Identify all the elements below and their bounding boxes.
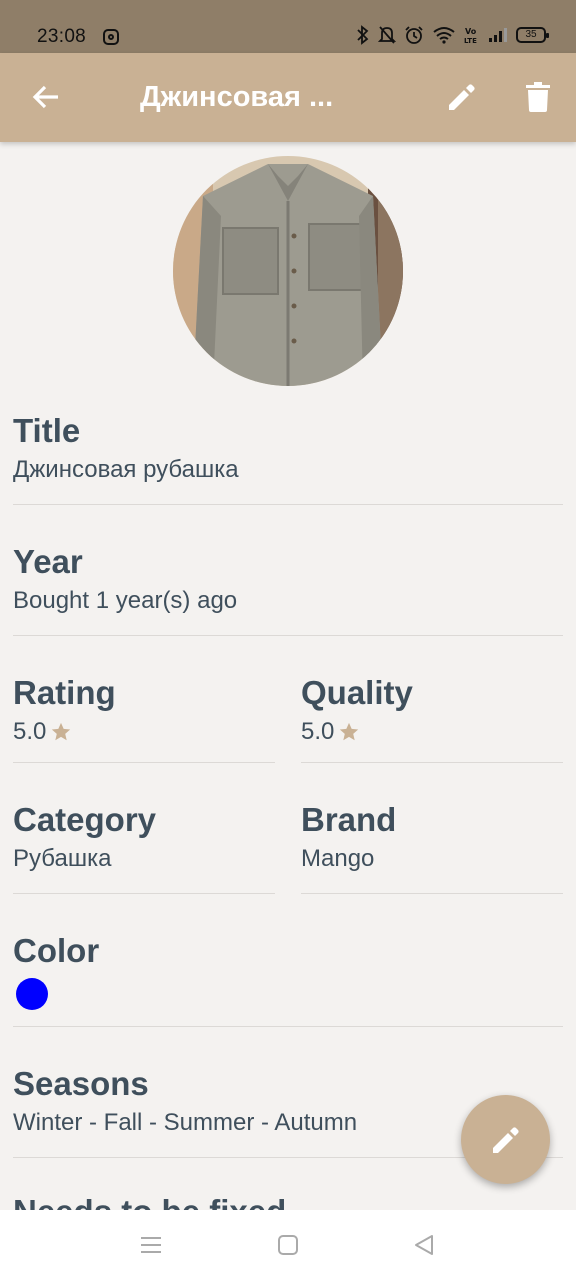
rating-label: Rating: [13, 674, 116, 711]
title-label: Title: [13, 412, 81, 449]
year-value: Bought 1 year(s) ago: [13, 587, 238, 614]
brand-label: Brand: [301, 801, 397, 838]
edit-button[interactable]: [440, 75, 484, 119]
needs-fix-label: Needs to be fixed: [13, 1193, 286, 1210]
quality-value-row: 5.0: [301, 718, 413, 746]
app-bar: Джинсовая ...: [0, 53, 576, 142]
divider: [13, 893, 275, 894]
page-title: Джинсовая ...: [140, 81, 334, 113]
divider: [301, 762, 563, 763]
svg-text:Vo: Vo: [465, 27, 477, 36]
category-value: Рубашка: [13, 845, 112, 872]
instagram-icon: [103, 29, 119, 45]
item-photo[interactable]: [173, 156, 403, 386]
title-field: Title Джинсовая рубашка: [13, 412, 239, 484]
edit-fab[interactable]: [461, 1095, 550, 1184]
divider: [13, 1026, 563, 1027]
category-label: Category: [13, 801, 157, 838]
home-square-icon: [278, 1235, 298, 1255]
volte-icon: VoLTE: [464, 27, 477, 44]
quality-field: Quality 5.0: [301, 674, 413, 746]
status-icons: Vo LTE 35: [356, 25, 549, 45]
back-arrow-icon: [32, 85, 58, 109]
back-button[interactable]: [24, 75, 68, 119]
seasons-label: Seasons: [13, 1065, 149, 1102]
divider: [13, 635, 563, 636]
rating-field: Rating 5.0: [13, 674, 116, 746]
color-value-row: [13, 976, 99, 1010]
nav-menu-button[interactable]: [131, 1230, 171, 1260]
category-field: Category Рубашка: [13, 801, 156, 873]
nav-back-button[interactable]: [404, 1230, 444, 1260]
brand-value: Mango: [301, 845, 375, 872]
delete-button[interactable]: [516, 75, 560, 119]
quality-value: 5.0: [301, 718, 335, 745]
mute-icon: [378, 26, 396, 44]
menu-icon: [141, 1237, 161, 1253]
signal-icon: [489, 28, 507, 42]
divider: [13, 504, 563, 505]
status-time: 23:08: [37, 26, 87, 47]
shirt-photo-image: [173, 156, 403, 386]
item-details: Title Джинсовая рубашка Year Bought 1 ye…: [0, 142, 576, 1210]
nav-home-button[interactable]: [268, 1230, 308, 1260]
quality-label: Quality: [301, 674, 413, 711]
bluetooth-icon: [357, 25, 369, 45]
rating-value: 5.0: [13, 718, 47, 745]
system-nav-bar: [0, 1210, 576, 1280]
year-field: Year Bought 1 year(s) ago: [13, 543, 237, 615]
divider: [301, 893, 563, 894]
needs-fix-field: Needs to be fixed: [13, 1193, 286, 1210]
rating-value-row: 5.0: [13, 718, 116, 746]
alarm-icon: [405, 26, 423, 44]
star-icon: [52, 722, 71, 741]
star-icon: [340, 722, 359, 741]
color-swatch: [16, 978, 48, 1010]
brand-field: Brand Mango: [301, 801, 396, 873]
svg-text:LTE: LTE: [464, 37, 477, 44]
back-triangle-icon: [415, 1235, 433, 1255]
divider: [13, 762, 275, 763]
wifi-icon: [433, 27, 455, 44]
battery-icon: 35: [516, 27, 549, 43]
seasons-field: Seasons Winter - Fall - Summer - Autumn: [13, 1065, 357, 1137]
edit-pencil-icon: [492, 1126, 519, 1153]
seasons-value: Winter - Fall - Summer - Autumn: [13, 1109, 358, 1136]
color-label: Color: [13, 932, 100, 969]
year-label: Year: [13, 543, 83, 580]
edit-pencil-icon: [449, 84, 475, 110]
status-bar: 23:08 Vo LTE 35: [0, 0, 576, 53]
trash-icon: [526, 82, 550, 112]
title-value: Джинсовая рубашка: [13, 456, 239, 483]
color-field: Color: [13, 932, 99, 1010]
